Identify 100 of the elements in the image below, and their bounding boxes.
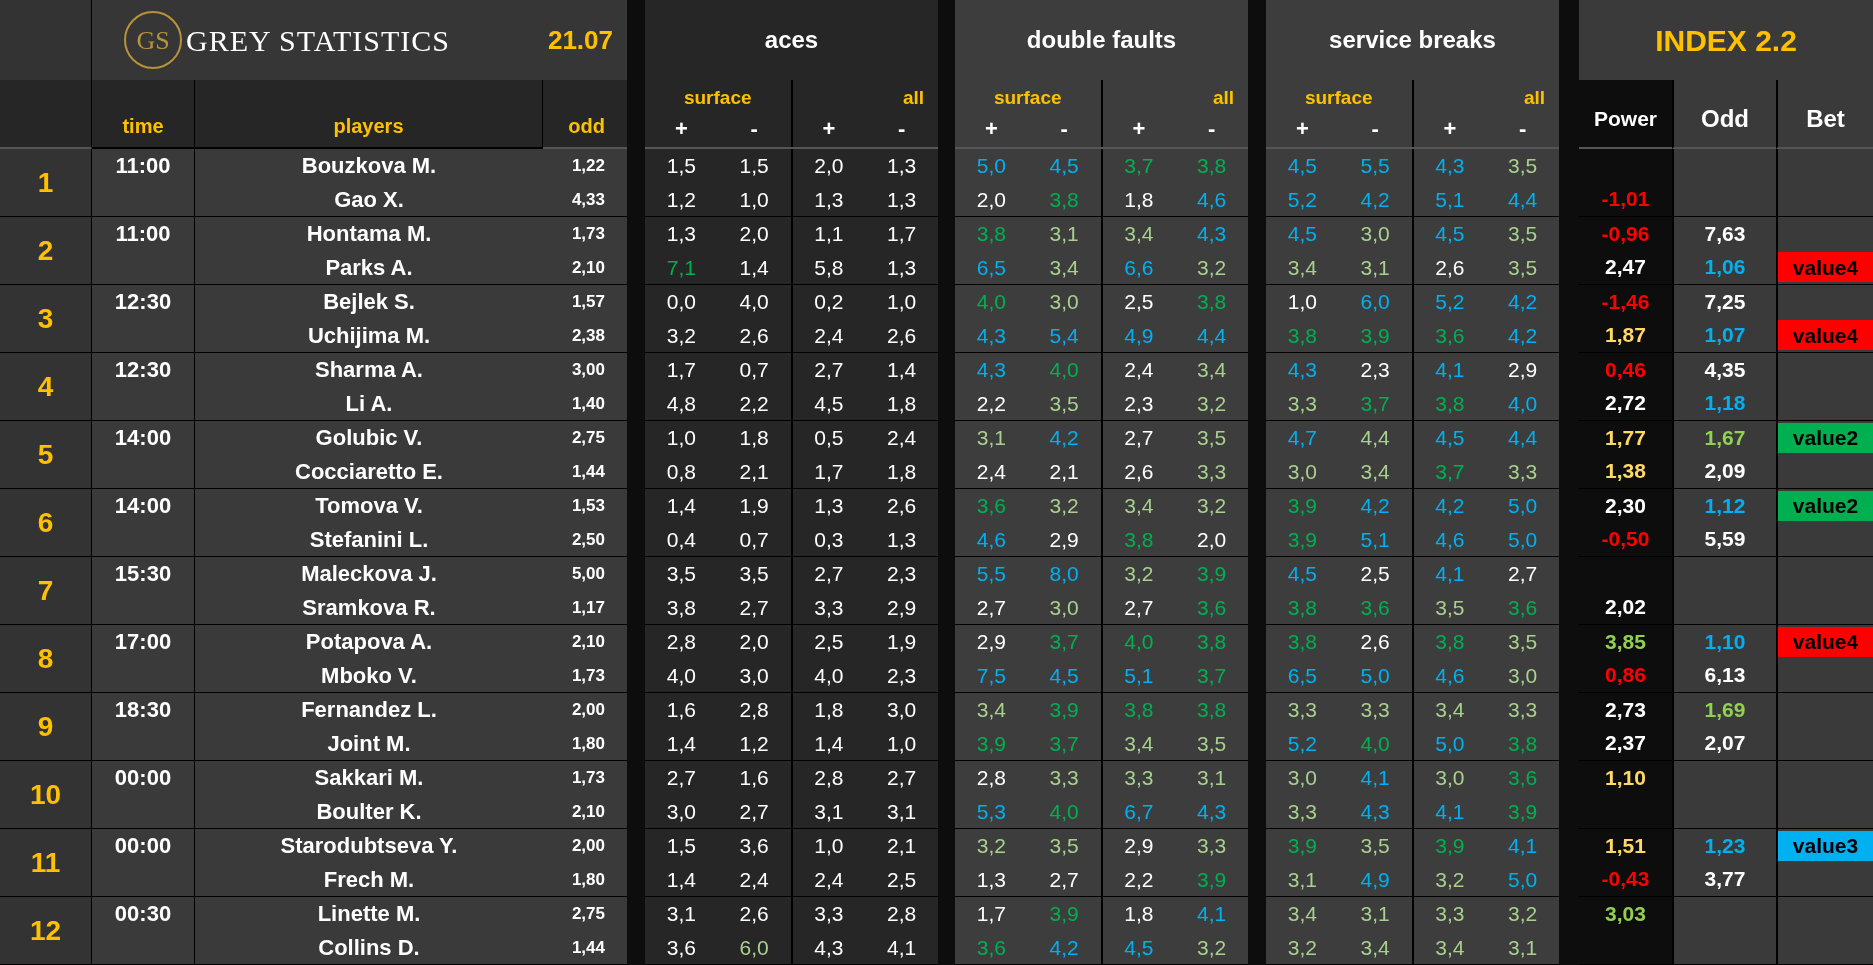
stat-value: 6,5 <box>1287 663 1317 687</box>
stat-value: 4,2 <box>1435 494 1465 517</box>
stat-value: 1,3 <box>814 494 844 517</box>
stat-value: 4,1 <box>1435 358 1465 381</box>
stat-value: 3,8 <box>1287 595 1317 619</box>
sign-label: + <box>1443 116 1457 141</box>
stat-value: 3,6 <box>1197 595 1227 619</box>
stat-value: 7,5 <box>976 663 1006 687</box>
stat-value: 3,9 <box>1287 494 1317 517</box>
match-number: 2 <box>37 233 54 268</box>
stat-value: 2,2 <box>1124 867 1154 891</box>
stat-value: 1,7 <box>814 459 844 483</box>
player-name: Cocciaretto E. <box>294 457 444 486</box>
stat-value: 0,3 <box>814 527 844 551</box>
index-odd-value: 2,09 <box>1704 459 1746 484</box>
player-name: Sramkova R. <box>301 593 437 622</box>
stat-value: 3,5 <box>1508 630 1538 653</box>
odd-value: 1,40 <box>570 392 606 415</box>
match-time: 11:00 <box>115 220 171 249</box>
stat-value: 2,7 <box>976 595 1006 619</box>
stat-value: 1,4 <box>666 867 696 891</box>
stat-value: 4,1 <box>1360 766 1390 789</box>
stat-value: 3,2 <box>1508 902 1538 925</box>
stat-value: 1,7 <box>887 222 917 245</box>
stat-value: 4,3 <box>1360 799 1390 823</box>
sign-label: + <box>1295 116 1309 141</box>
player-name: Fernandez L. <box>300 696 438 725</box>
stat-value: 3,9 <box>1197 867 1227 891</box>
stat-value: 3,1 <box>1360 255 1390 279</box>
stat-value: 3,3 <box>1124 766 1154 789</box>
index-odd-value: 3,77 <box>1704 867 1746 892</box>
stat-value: 1,6 <box>739 766 769 789</box>
odd-heading: odd <box>568 114 605 139</box>
match-number: 1 <box>37 165 54 200</box>
stat-value: 3,7 <box>1197 663 1227 687</box>
index-odd-value: 6,13 <box>1704 663 1746 688</box>
match-number: 9 <box>37 709 54 744</box>
stat-value: 2,1 <box>1049 459 1079 483</box>
stat-value: 3,8 <box>1287 630 1317 653</box>
stat-value: 2,7 <box>666 766 696 789</box>
stat-value: 3,8 <box>1435 630 1465 653</box>
stat-value: 2,8 <box>976 766 1006 789</box>
stat-value: 2,7 <box>1049 867 1079 891</box>
player-name: Boulter K. <box>315 797 423 826</box>
stat-value: 5,0 <box>976 154 1006 177</box>
stat-value: 3,5 <box>1360 834 1390 857</box>
player-name: Starodubtseva Y. <box>279 832 459 861</box>
stat-value: 3,4 <box>1435 698 1465 721</box>
stat-value: 3,3 <box>1197 834 1227 857</box>
stat-value: 2,3 <box>1124 391 1154 415</box>
index-odd-value: 1,67 <box>1704 425 1746 450</box>
odd-value: 1,57 <box>570 291 606 313</box>
stat-value: 3,0 <box>666 799 696 823</box>
match-time: 11:00 <box>115 152 171 181</box>
stat-value: 3,5 <box>1049 391 1079 415</box>
group-title: aces <box>764 25 819 55</box>
stat-value: 3,3 <box>1049 766 1079 789</box>
stat-value: 3,6 <box>739 834 769 857</box>
player-name: Mboko V. <box>320 661 418 690</box>
stat-value: 1,7 <box>666 358 696 381</box>
stat-value: 3,0 <box>739 663 769 687</box>
stat-value: 3,2 <box>1197 255 1227 279</box>
match-time: 17:00 <box>114 628 172 657</box>
stat-value: 3,2 <box>1435 867 1465 891</box>
index-odd-value: 1,07 <box>1704 323 1746 348</box>
stat-value: 3,8 <box>1197 630 1227 653</box>
match-number: 4 <box>37 369 54 404</box>
stat-value: 3,2 <box>976 834 1006 857</box>
stat-value: 3,2 <box>1049 494 1079 517</box>
stat-value: 4,5 <box>1124 935 1154 959</box>
power-value: 2,02 <box>1605 595 1646 620</box>
stat-value: 2,7 <box>739 799 769 823</box>
index-odd-value: 1,06 <box>1704 255 1746 280</box>
stat-value: 5,0 <box>1508 867 1538 891</box>
stat-value: 4,3 <box>1435 154 1465 177</box>
sign-label: - <box>1060 116 1068 141</box>
stat-value: 4,5 <box>1049 663 1079 687</box>
odd-value: 2,00 <box>570 699 606 721</box>
match-number: 7 <box>37 573 54 608</box>
power-value: 2,37 <box>1605 731 1646 756</box>
odd-value: 1,53 <box>570 495 606 517</box>
stat-value: 2,8 <box>887 902 917 925</box>
stat-value: 1,4 <box>666 494 696 517</box>
stat-value: 2,6 <box>1360 630 1390 653</box>
stat-value: 4,3 <box>1197 222 1227 245</box>
player-name: Tomova V. <box>314 492 424 521</box>
stat-value: 2,5 <box>1360 562 1390 585</box>
stat-value: 3,9 <box>976 731 1006 755</box>
stat-value: 2,4 <box>814 323 844 347</box>
stat-value: 2,3 <box>887 663 917 687</box>
stat-value: 4,3 <box>1197 799 1227 823</box>
stat-value: 1,5 <box>666 154 696 177</box>
stat-value: 5,8 <box>814 255 844 279</box>
odd-value: 4,33 <box>570 188 606 211</box>
player-name: Sharma A. <box>314 356 424 385</box>
stat-value: 3,3 <box>1508 459 1538 483</box>
index-odd-value: 5,59 <box>1704 527 1746 552</box>
stat-value: 3,6 <box>1360 595 1390 619</box>
stat-value: 3,9 <box>1049 902 1079 925</box>
stat-value: 2,9 <box>1049 527 1079 551</box>
